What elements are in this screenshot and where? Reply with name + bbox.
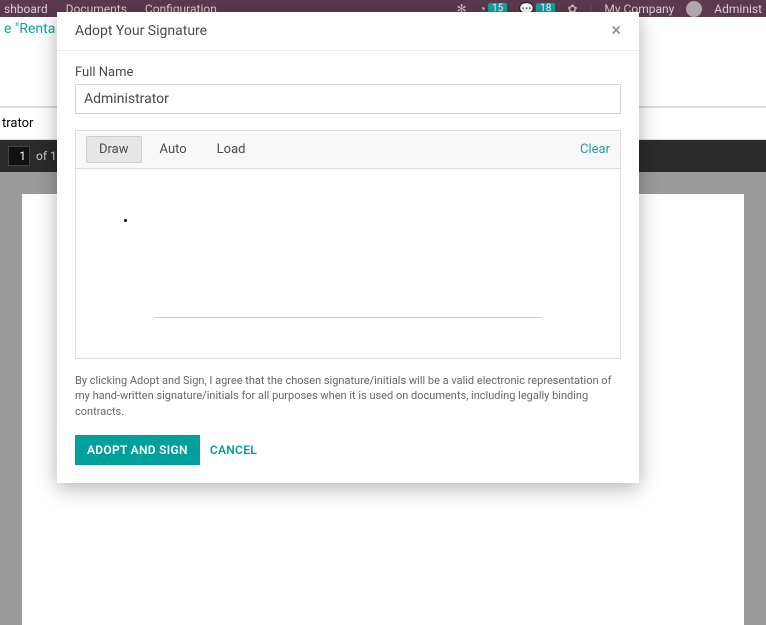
tab-draw[interactable]: Draw bbox=[86, 136, 142, 163]
tab-load[interactable]: Load bbox=[205, 137, 258, 162]
fullname-label: Full Name bbox=[75, 65, 621, 80]
close-icon[interactable]: × bbox=[611, 22, 621, 40]
signature-modal: Adopt Your Signature × Full Name Draw Au… bbox=[57, 12, 639, 483]
modal-backdrop: Adopt Your Signature × Full Name Draw Au… bbox=[0, 0, 766, 625]
modal-title: Adopt Your Signature bbox=[75, 23, 207, 39]
legal-text: By clicking Adopt and Sign, I agree that… bbox=[75, 373, 621, 419]
signature-canvas[interactable] bbox=[75, 169, 621, 359]
tab-auto[interactable]: Auto bbox=[148, 137, 199, 162]
clear-button[interactable]: Clear bbox=[580, 142, 610, 157]
signature-box: Draw Auto Load Clear bbox=[75, 130, 621, 359]
signature-tabs: Draw Auto Load Clear bbox=[75, 130, 621, 169]
adopt-and-sign-button[interactable]: ADOPT AND SIGN bbox=[75, 435, 200, 465]
fullname-input[interactable] bbox=[75, 84, 621, 114]
signature-line bbox=[154, 317, 542, 318]
modal-footer: ADOPT AND SIGN CANCEL bbox=[57, 421, 639, 483]
signature-mark bbox=[124, 219, 127, 222]
cancel-button[interactable]: CANCEL bbox=[210, 443, 257, 457]
modal-header: Adopt Your Signature × bbox=[57, 12, 639, 51]
modal-body: Full Name Draw Auto Load Clear By clicki… bbox=[57, 51, 639, 421]
